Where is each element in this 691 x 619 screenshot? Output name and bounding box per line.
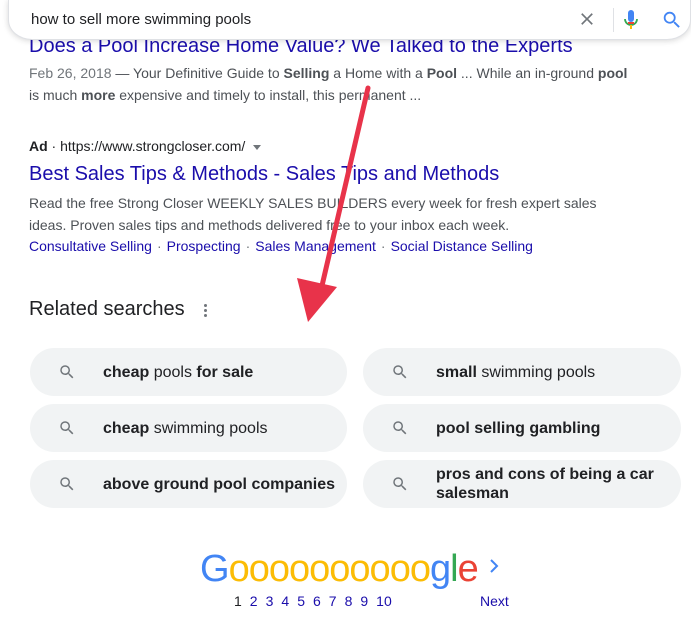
related-chip-label: cheap swimming pools (103, 420, 268, 437)
page-link[interactable]: 7 (329, 593, 337, 609)
page-link[interactable]: 9 (360, 593, 368, 609)
ad-header: Ad · https://www.strongcloser.com/ (29, 138, 262, 154)
related-chip-label: pool selling gambling (436, 420, 601, 437)
page-link[interactable]: 4 (281, 593, 289, 609)
search-icon (60, 365, 74, 379)
page-link[interactable]: 3 (266, 593, 274, 609)
search-icon (393, 365, 407, 379)
result-date: Feb 26, 2018 (29, 65, 112, 81)
caret-down-icon[interactable] (253, 144, 262, 150)
search-icon (60, 477, 74, 491)
sitelink[interactable]: Prospecting (167, 238, 241, 254)
ad-label: Ad (29, 138, 48, 154)
related-chip[interactable]: above ground pool companies (30, 460, 347, 508)
search-bar[interactable]: how to sell more swimming pools (8, 0, 691, 40)
search-input[interactable]: how to sell more swimming pools (31, 11, 251, 28)
related-chip[interactable]: pros and cons of being a car salesman (363, 460, 681, 508)
search-divider (613, 8, 614, 32)
related-chip[interactable]: small swimming pools (363, 348, 681, 396)
page-link[interactable]: 8 (345, 593, 353, 609)
related-chip-label: above ground pool companies (103, 476, 336, 493)
ad-title[interactable]: Best Sales Tips & Methods - Sales Tips a… (29, 163, 499, 186)
sitelink[interactable]: Consultative Selling (29, 238, 152, 254)
related-chip-label: small swimming pools (436, 364, 596, 381)
ad-snippet: Read the free Strong Closer WEEKLY SALES… (29, 195, 597, 233)
ad-sitelinks: Consultative Selling · Prospecting · Sales M… (29, 238, 533, 254)
chevron-right-icon[interactable] (488, 558, 500, 574)
sitelink[interactable]: Sales Management (255, 238, 376, 254)
related-chip[interactable]: cheap pools for sale (30, 348, 347, 396)
related-chip[interactable]: pool selling gambling (363, 404, 681, 452)
page-link-current: 1 (234, 593, 242, 609)
page-numbers: 1 2 3 4 5 6 7 8 9 10 (234, 593, 400, 609)
page-link[interactable]: 5 (297, 593, 305, 609)
more-vert-icon[interactable] (204, 304, 208, 318)
microphone-icon[interactable] (623, 8, 639, 32)
related-chip[interactable]: cheap swimming pools (30, 404, 347, 452)
related-searches-title: Related searches (29, 298, 185, 320)
google-logo-pagination: Goooooooooogle (200, 548, 479, 590)
related-chip-label: pros and cons of being a car salesman (436, 466, 654, 502)
search-icon (60, 421, 74, 435)
ad-url[interactable]: https://www.strongcloser.com/ (60, 138, 245, 154)
search-icon (393, 477, 407, 491)
search-icon[interactable] (661, 9, 683, 31)
close-icon[interactable] (577, 9, 597, 29)
sitelink[interactable]: Social Distance Selling (391, 238, 533, 254)
related-chip-label: cheap pools for sale (103, 364, 254, 381)
page-link[interactable]: 6 (313, 593, 321, 609)
page-link[interactable]: 10 (376, 593, 392, 609)
result-snippet: Feb 26, 2018 — Your Definitive Guide to … (29, 65, 628, 103)
page-link[interactable]: 2 (250, 593, 258, 609)
next-page-link[interactable]: Next (480, 593, 509, 609)
search-icon (393, 421, 407, 435)
